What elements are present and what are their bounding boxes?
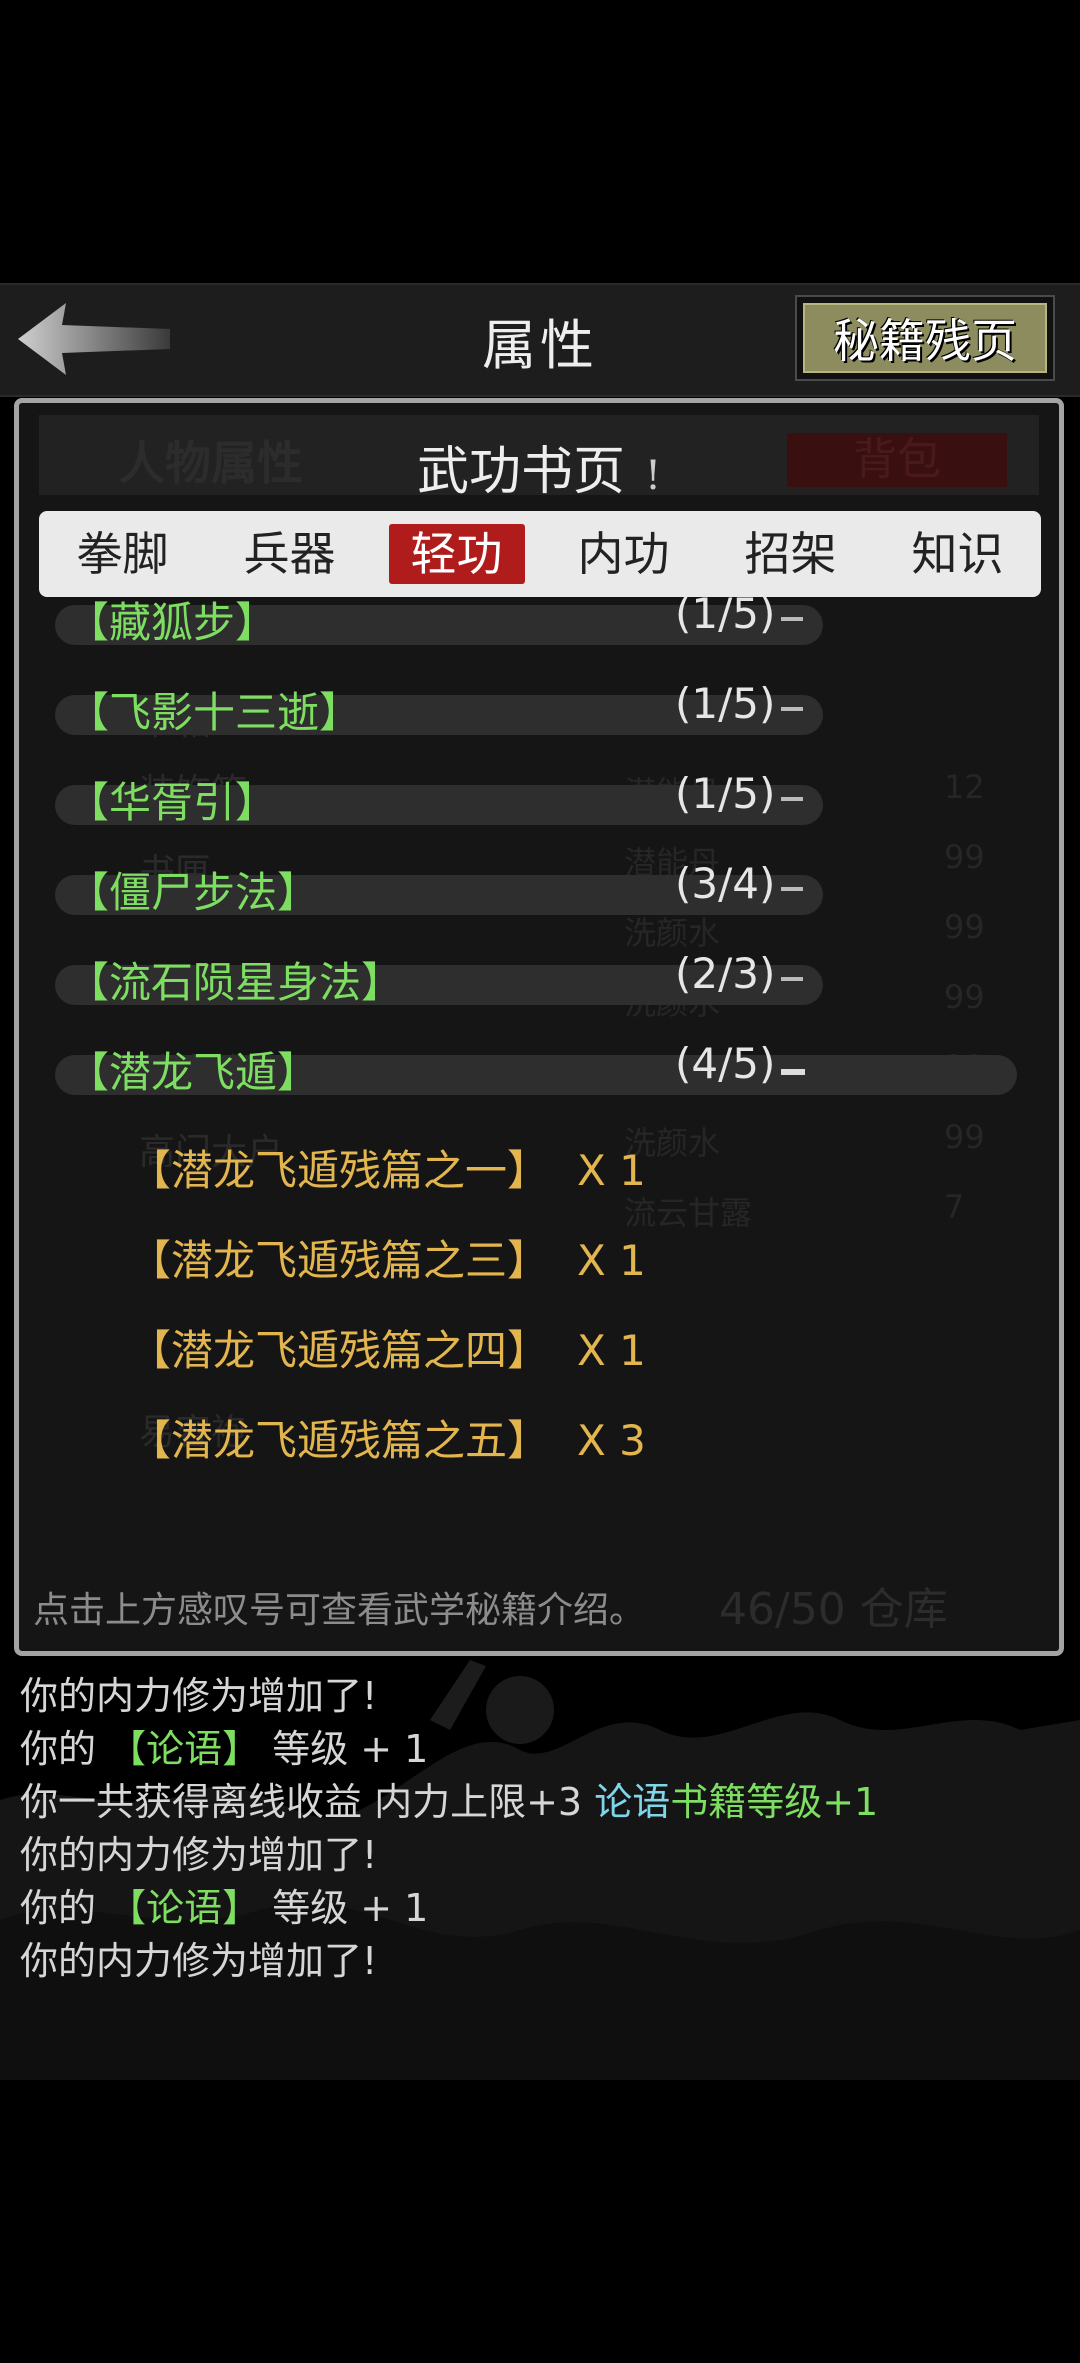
log-text: 【论语】 [108,1886,261,1930]
fragment-name: 【潜龙飞遁残篇之四】 [129,1326,550,1375]
skill-name: 【潜龙飞遁】 [67,1048,320,1097]
tab-0[interactable]: 拳脚 [55,524,191,584]
tab-2[interactable]: 轻功 [388,524,525,584]
fragment-item[interactable]: 【潜龙飞遁残篇之四】 X 1 [129,1317,646,1378]
martial-pages-panel: 书箱装饰箱书匣续卷箱高门大户易容袍潜能丹12潜能丹99洗颜水99洗颜水99洗颜水… [14,398,1064,1656]
fragment-quantity: X 1 [577,1146,646,1195]
skill-count: (4/5) [675,1039,776,1088]
log-text: 你一共获得离线收益 内力上限+3 [20,1780,595,1824]
hint-text: 点击上方感叹号可查看武学秘籍介绍。 [33,1590,646,1631]
tab-1[interactable]: 兵器 [222,524,358,584]
log-text: 书籍等级+1 [670,1780,879,1824]
fragment-name: 【潜龙飞遁残篇之五】 [129,1416,550,1465]
ghost-storage-count: 46/50 仓库 [719,1584,948,1635]
skill-row[interactable]: 【潜龙飞遁】 (4/5) [55,1039,1017,1097]
expand-icon[interactable] [781,977,803,981]
fragment-name: 【潜龙飞遁残篇之一】 [129,1146,550,1195]
log-text: 你的 [20,1886,109,1930]
fragment-item[interactable]: 【潜龙飞遁残篇之三】 X 1 [129,1227,646,1288]
log-line: 你的内力修为增加了! [20,1670,1060,1723]
skill-count: (1/5) [675,589,776,638]
log-text: 你的内力修为增加了! [20,1674,378,1718]
message-log: 你的内力修为增加了! 你的 【论语】 等级 + 1 你一共获得离线收益 内力上限+3… [20,1670,1060,1988]
skill-name: 【华胥引】 [67,778,278,827]
log-line: 你的内力修为增加了! [20,1935,1060,1988]
tab-4[interactable]: 招架 [723,524,859,584]
log-text: 【论语】 [108,1727,261,1771]
ghost-goods-qty: 12 [944,768,985,806]
tab-3[interactable]: 内功 [556,524,692,584]
secret-pages-button[interactable]: 秘籍残页 [795,295,1055,381]
log-line: 你的内力修为增加了! [20,1829,1060,1882]
panel-title-text: 武功书页 [416,442,625,502]
skill-count: (1/5) [675,769,776,818]
expand-icon[interactable] [781,617,803,621]
info-exclamation-icon[interactable]: ! [645,453,661,499]
skill-row[interactable]: 【僵尸步法】 (3/4) [55,859,823,917]
skill-name: 【飞影十三逝】 [67,688,362,737]
skill-name: 【流石陨星身法】 [67,958,404,1007]
panel-title: 武功书页! [39,429,1039,504]
fragment-quantity: X 1 [577,1326,646,1375]
skill-count: (1/5) [675,679,776,728]
skill-row[interactable]: 【华胥引】 (1/5) [55,769,823,827]
skill-count: (3/4) [675,859,776,908]
expand-icon[interactable] [781,887,803,891]
log-line: 你的 【论语】 等级 + 1 [20,1723,1060,1776]
ghost-goods-qty: 99 [944,838,985,876]
ghost-goods-qty: 99 [944,1118,985,1156]
expand-icon[interactable] [781,797,803,801]
log-line: 你一共获得离线收益 内力上限+3 论语书籍等级+1 [20,1776,1060,1829]
log-text: 你的内力修为增加了! [20,1939,378,1983]
skill-count: (2/3) [675,949,776,998]
expand-icon[interactable] [781,707,803,711]
log-line: 你的 【论语】 等级 + 1 [20,1882,1060,1935]
log-text: 等级 + 1 [260,1727,429,1771]
secret-pages-label: 秘籍残页 [803,303,1047,373]
fragment-quantity: X 1 [577,1236,646,1285]
ghost-goods-qty: 99 [944,978,985,1016]
fragment-item[interactable]: 【潜龙飞遁残篇之一】 X 1 [129,1137,646,1198]
log-text: 等级 + 1 [260,1886,429,1930]
fragment-item[interactable]: 【潜龙飞遁残篇之五】 X 3 [129,1407,646,1468]
category-tabs: 拳脚 兵器 轻功 内功 招架 知识 [39,511,1041,597]
ghost-goods-qty: 7 [944,1188,965,1226]
log-text: 论语 [594,1780,671,1824]
panel-header: 人物属性 背包 武功书页! [39,415,1039,502]
fragment-quantity: X 3 [577,1416,646,1465]
skill-name: 【僵尸步法】 [67,868,320,917]
skill-row[interactable]: 【流石陨星身法】 (2/3) [55,949,823,1007]
ghost-goods-qty: 99 [944,908,985,946]
log-text: 你的内力修为增加了! [20,1833,378,1877]
skill-row[interactable]: 【藏狐步】 (1/5) [55,589,823,647]
log-text: 你的 [20,1727,109,1771]
fragment-name: 【潜龙飞遁残篇之三】 [129,1236,550,1285]
skill-name: 【藏狐步】 [67,598,278,647]
skill-row[interactable]: 【飞影十三逝】 (1/5) [55,679,823,737]
collapse-icon[interactable] [781,1069,805,1075]
tab-5[interactable]: 知识 [890,524,1026,584]
top-bar: 属性 秘籍残页 [0,283,1080,397]
